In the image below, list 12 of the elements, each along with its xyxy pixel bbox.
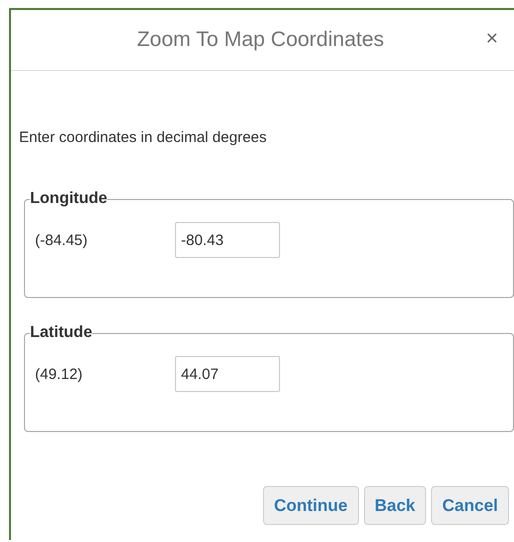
group-legend: Longitude bbox=[30, 190, 108, 208]
input-field[interactable]: 44.07 bbox=[175, 356, 280, 392]
cancel-button[interactable]: Cancel bbox=[431, 486, 509, 525]
range-hint: (-84.45) bbox=[35, 232, 89, 248]
input-field[interactable]: -80.43 bbox=[175, 222, 280, 258]
back-button[interactable]: Back bbox=[364, 486, 426, 525]
dialog-title: Zoom To Map Coordinates bbox=[136, 28, 386, 52]
range-hint: (49.12) bbox=[35, 366, 84, 382]
close-icon[interactable]: × bbox=[470, 27, 514, 53]
group-legend: Latitude bbox=[30, 324, 92, 342]
continue-button[interactable]: Continue bbox=[262, 486, 359, 525]
instruction-text: Enter coordinates in decimal degrees bbox=[19, 129, 268, 146]
